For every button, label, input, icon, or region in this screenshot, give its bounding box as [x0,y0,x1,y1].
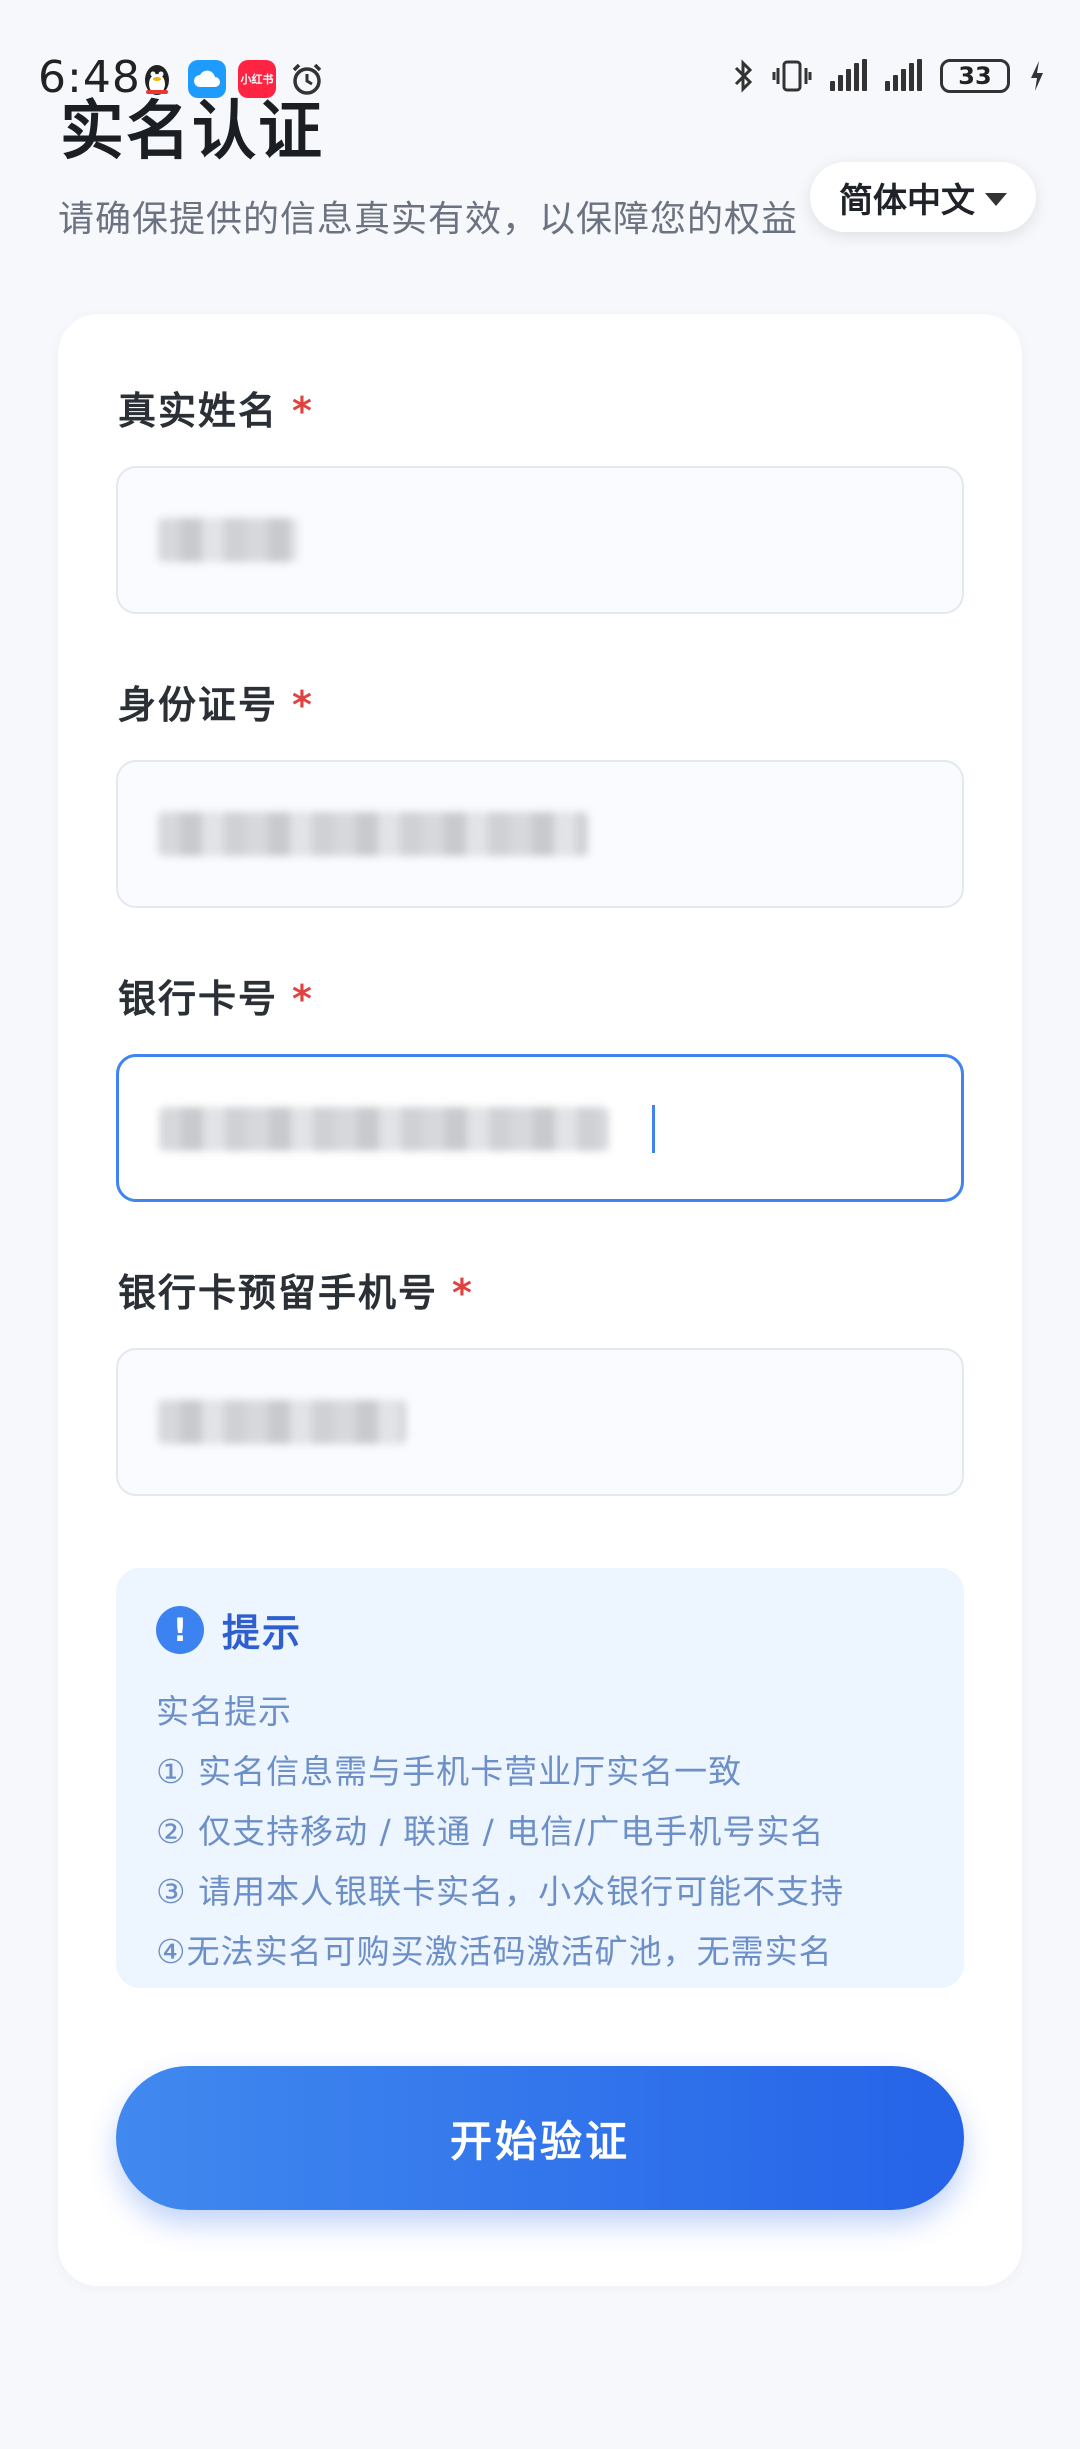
battery-icon: 33 [940,59,1010,93]
language-select-label: 简体中文 [839,180,975,221]
reserved-phone-input[interactable] [116,1348,964,1496]
redacted-value-mask [158,518,298,562]
tips-line: ③ 请用本人银联卡实名，小众银行可能不支持 [156,1872,845,1911]
required-mark: * [452,1271,474,1315]
tips-line: ② 仅支持移动 / 联通 / 电信/广电手机号实名 [156,1812,825,1851]
tips-lines: 实名提示 ① 实名信息需与手机卡营业厅实名一致 ② 仅支持移动 / 联通 / 电… [156,1682,844,1982]
tips-line: 实名提示 [156,1692,292,1731]
tips-header: ! 提示 [156,1602,302,1657]
verification-card: 真实姓名 * 身份证号 * 银行卡号 * 银行卡预留手机号 * ! 提示 实名提示 ① … [58,314,1022,2286]
tips-box: ! 提示 实名提示 ① 实名信息需与手机卡营业厅实名一致 ② 仅支持移动 / 联… [116,1568,964,1988]
caret-down-icon [985,192,1007,206]
required-mark: * [292,683,314,727]
name-label: 真实姓名 * [118,380,314,435]
page-title: 实名认证 [60,95,324,169]
id-number-input[interactable] [116,760,964,908]
start-verification-button[interactable]: 开始验证 [116,2066,964,2210]
vibrate-icon [772,60,812,92]
bluetooth-icon [734,59,753,93]
signal-icon-2 [885,59,922,91]
required-mark: * [292,977,314,1021]
charging-icon [1031,61,1043,91]
redacted-value-mask [159,1107,609,1151]
exclamation-icon: ! [156,1605,204,1654]
bank-card-label: 银行卡号 * [118,968,314,1023]
signal-icon [830,59,867,91]
language-select[interactable]: 简体中文 [810,162,1036,232]
phone-label-text: 银行卡预留手机号 [118,1271,439,1315]
text-cursor [652,1105,655,1153]
bank-card-label-text: 银行卡号 [118,977,279,1021]
id-number-label: 身份证号 * [118,674,314,729]
redacted-value-mask [158,812,588,856]
id-number-label-text: 身份证号 [118,683,279,727]
required-mark: * [292,389,314,433]
tips-line: ④无法实名可购买激活码激活矿池，无需实名 [156,1932,833,1971]
system-icons: 33 [732,58,1046,94]
phone-label: 银行卡预留手机号 * [118,1262,474,1317]
page-subtitle: 请确保提供的信息真实有效，以保障您的权益 [58,199,799,240]
tips-title: 提示 [222,1611,303,1655]
bank-card-input[interactable] [116,1054,964,1202]
name-label-text: 真实姓名 [118,389,279,433]
tips-line: ① 实名信息需与手机卡营业厅实名一致 [156,1752,743,1791]
redacted-value-mask [158,1400,406,1444]
real-name-input[interactable] [116,466,964,614]
